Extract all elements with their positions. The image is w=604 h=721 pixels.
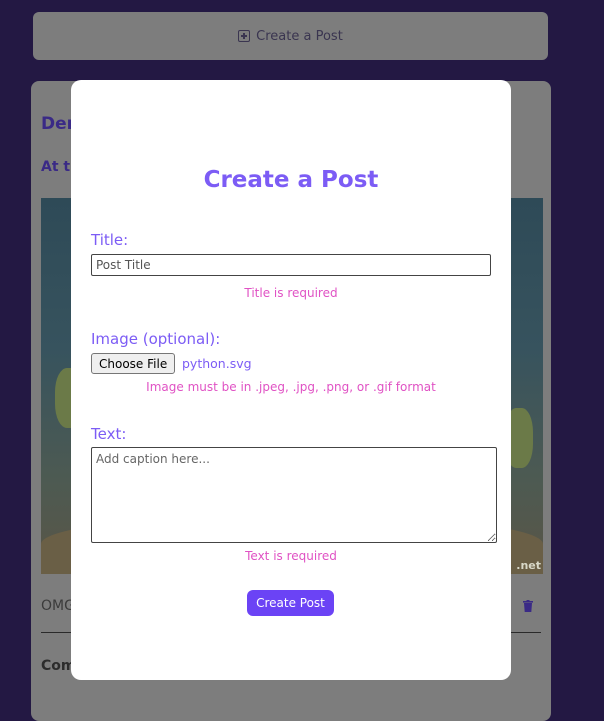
selected-file-name: python.svg	[182, 356, 252, 371]
image-label: Image (optional):	[91, 330, 221, 348]
title-input[interactable]	[91, 254, 491, 276]
choose-file-button[interactable]: Choose File	[91, 353, 176, 374]
post-caption: OMG	[41, 598, 75, 614]
create-post-bar-label: Create a Post	[256, 28, 343, 44]
title-label: Title:	[91, 231, 129, 249]
image-error: Image must be in .jpeg, .jpg, .png, or .…	[146, 380, 436, 394]
title-error: Title is required	[244, 286, 338, 300]
create-post-bar[interactable]: Create a Post	[33, 12, 548, 60]
text-error: Text is required	[245, 549, 337, 563]
post-title: Der	[41, 114, 76, 134]
create-post-modal: Create a Post Title: Title is required I…	[71, 80, 511, 680]
modal-heading: Create a Post	[203, 167, 379, 193]
create-post-button[interactable]: Create Post	[247, 590, 334, 616]
plus-square-icon	[238, 30, 251, 42]
text-label: Text:	[91, 425, 127, 443]
trash-icon[interactable]	[523, 600, 533, 612]
image-watermark: .net	[516, 559, 541, 572]
caption-textarea[interactable]	[91, 447, 497, 543]
